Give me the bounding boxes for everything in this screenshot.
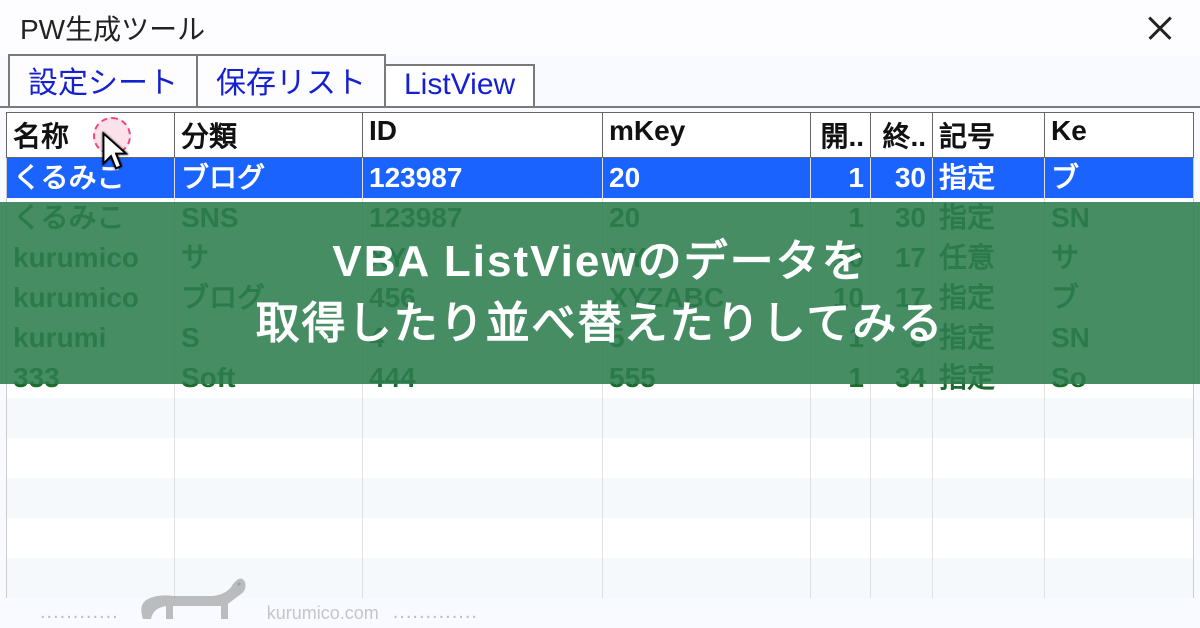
cell-ke: ブ <box>1045 278 1193 318</box>
cell-name: kurumico <box>7 238 175 278</box>
col-header-mkey[interactable]: mKey <box>603 113 811 157</box>
cell-mkey: 555 <box>603 358 811 398</box>
close-button[interactable] <box>1144 12 1176 44</box>
cell-end: 17 <box>871 238 933 278</box>
cell-start: 1 <box>811 198 871 238</box>
cell-mkey: 20 <box>603 158 811 198</box>
cell-ke: SN <box>1045 198 1193 238</box>
tab-listview[interactable]: ListView <box>384 64 535 106</box>
cell-mkey: 5 <box>603 318 811 358</box>
cell-ke: So <box>1045 358 1193 398</box>
cell-end: 30 <box>871 158 933 198</box>
cell-category: Soft <box>175 358 363 398</box>
cell-id: 4 <box>363 318 603 358</box>
cell-category: サ <box>175 238 363 278</box>
dots-left: ............ <box>40 601 119 624</box>
tab-bar: 設定シート 保存リスト ListView <box>0 56 1200 108</box>
title-bar: PW生成ツール <box>0 0 1200 56</box>
table-row[interactable]: くるみこ ブログ 123987 20 1 30 指定 ブ <box>7 158 1193 198</box>
table-row[interactable]: kurumico ブログ 456 XYZABC 10 17 指定 ブ <box>7 278 1193 318</box>
col-header-id[interactable]: ID <box>363 113 603 157</box>
table-row[interactable]: くるみこ SNS 123987 20 1 30 指定 SN <box>7 198 1193 238</box>
cell-name: くるみこ <box>7 198 175 238</box>
cell-end: 34 <box>871 358 933 398</box>
footer-watermark: ............ kurumico.com ............. <box>40 564 478 624</box>
table-row-empty <box>7 398 1193 438</box>
cell-name: くるみこ <box>7 158 175 198</box>
cell-id: 456 <box>363 278 603 318</box>
col-header-end[interactable]: 終.. <box>871 113 933 157</box>
cell-name: 333 <box>7 358 175 398</box>
cell-category: ブログ <box>175 278 363 318</box>
cell-ke: ブ <box>1045 158 1193 198</box>
col-header-name[interactable]: 名称 <box>7 113 175 157</box>
col-header-start[interactable]: 開.. <box>811 113 871 157</box>
cell-id: 123987 <box>363 158 603 198</box>
listview-grid[interactable]: くるみこ ブログ 123987 20 1 30 指定 ブ くるみこ SNS 12… <box>6 158 1194 598</box>
table-row[interactable]: kurumi S 4 5 1 3 指定 SN <box>7 318 1193 358</box>
table-row-empty <box>7 518 1193 558</box>
cell-mkey: XY <box>603 238 811 278</box>
col-header-ke[interactable]: Ke <box>1045 113 1193 157</box>
cell-end: 30 <box>871 198 933 238</box>
cell-mkey: XYZABC <box>603 278 811 318</box>
cell-symbol: 任意 <box>933 238 1045 278</box>
cell-symbol: 指定 <box>933 318 1045 358</box>
cell-id: XY <box>363 238 603 278</box>
app-window: PW生成ツール 設定シート 保存リスト ListView 名称 分類 ID mK… <box>0 0 1200 628</box>
cell-name: kurumi <box>7 318 175 358</box>
cell-category: ブログ <box>175 158 363 198</box>
table-row-empty <box>7 438 1193 478</box>
tab-save-list[interactable]: 保存リスト <box>196 54 386 106</box>
cell-start: 1 <box>811 318 871 358</box>
cell-ke: サ <box>1045 238 1193 278</box>
cell-symbol: 指定 <box>933 278 1045 318</box>
cell-name: kurumico <box>7 278 175 318</box>
cell-end: 17 <box>871 278 933 318</box>
tab-settings-sheet[interactable]: 設定シート <box>8 54 198 106</box>
cell-category: S <box>175 318 363 358</box>
cell-mkey: 20 <box>603 198 811 238</box>
col-header-symbol[interactable]: 記号 <box>933 113 1045 157</box>
table-row[interactable]: 333 Soft 444 555 1 34 指定 So <box>7 358 1193 398</box>
cell-ke: SN <box>1045 318 1193 358</box>
cell-symbol: 指定 <box>933 358 1045 398</box>
cell-start: 1 <box>811 158 871 198</box>
dots-right: ............. <box>393 601 478 624</box>
cell-symbol: 指定 <box>933 158 1045 198</box>
window-title: PW生成ツール <box>20 8 205 48</box>
table-row-empty <box>7 478 1193 518</box>
cell-symbol: 指定 <box>933 198 1045 238</box>
cell-category: SNS <box>175 198 363 238</box>
cell-id: 123987 <box>363 198 603 238</box>
cell-end: 3 <box>871 318 933 358</box>
table-row[interactable]: kurumico サ XY XY 10 17 任意 サ <box>7 238 1193 278</box>
dog-icon <box>133 564 253 624</box>
cell-start: 10 <box>811 238 871 278</box>
col-header-category[interactable]: 分類 <box>175 113 363 157</box>
cell-start: 1 <box>811 358 871 398</box>
cell-id: 444 <box>363 358 603 398</box>
watermark-text: kurumico.com <box>267 603 379 624</box>
listview-header: 名称 分類 ID mKey 開.. 終.. 記号 Ke <box>6 112 1194 158</box>
cell-start: 10 <box>811 278 871 318</box>
